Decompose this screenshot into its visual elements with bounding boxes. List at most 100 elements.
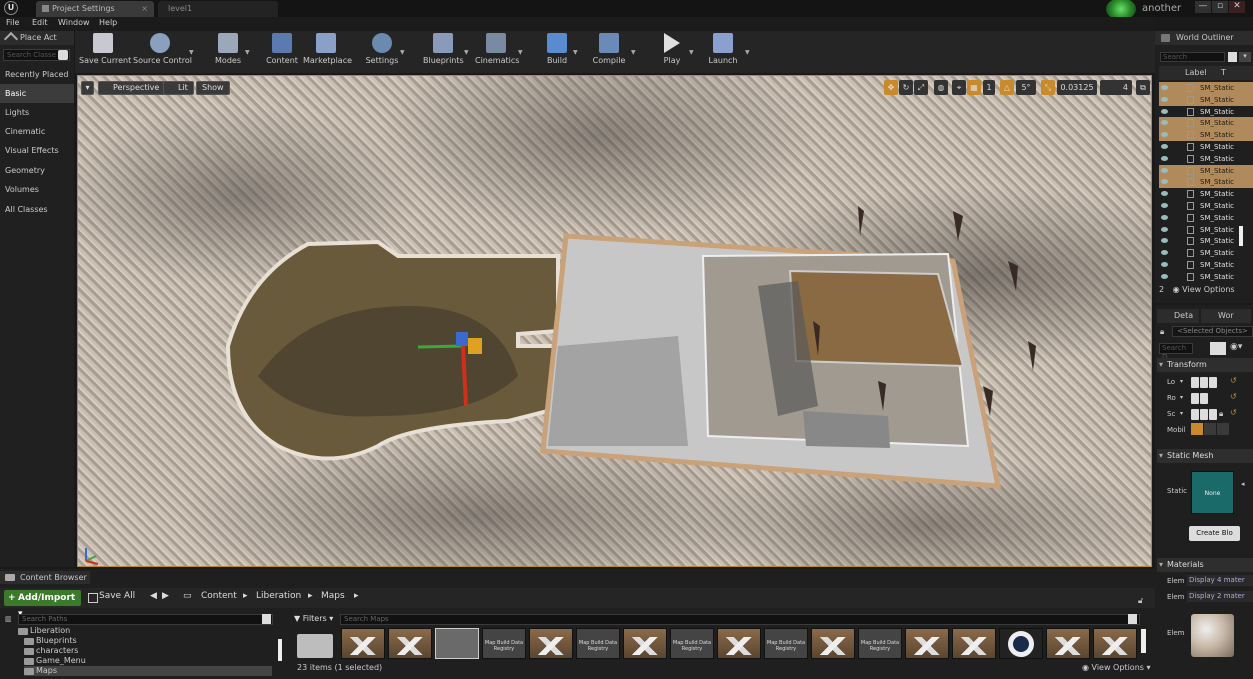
- lock-icon[interactable]: 🔒︎: [1160, 327, 1164, 337]
- map-build-data-registry-asset[interactable]: Map Build Data Registry: [576, 628, 620, 659]
- visibility-eye-icon[interactable]: [1161, 250, 1168, 256]
- search-paths-input[interactable]: Search Paths: [18, 614, 273, 625]
- back-icon[interactable]: ◀: [150, 591, 157, 601]
- marketplace-button[interactable]: Marketplace: [303, 33, 352, 71]
- play-button[interactable]: Play: [657, 33, 687, 71]
- outliner-row[interactable]: SM_Static: [1159, 93, 1253, 106]
- category-recently-placed[interactable]: Recently Placed: [0, 65, 74, 84]
- scale-dropdown-icon[interactable]: ▾: [1180, 410, 1183, 417]
- asset-tile[interactable]: [999, 628, 1043, 659]
- maximize-button[interactable]: ▫: [1212, 1, 1228, 13]
- details-search-input[interactable]: Search D: [1159, 343, 1193, 361]
- outliner-row[interactable]: SM_Static: [1159, 82, 1253, 94]
- modes-button[interactable]: Modes: [211, 33, 245, 71]
- level-asset[interactable]: [717, 628, 761, 659]
- save-current-button[interactable]: Save Current: [79, 33, 131, 71]
- outliner-row[interactable]: SM_Static: [1159, 106, 1253, 118]
- location-y-field[interactable]: [1200, 377, 1208, 388]
- play-dropdown-icon[interactable]: ▼: [689, 49, 694, 56]
- category-volumes[interactable]: Volumes: [0, 180, 74, 199]
- menu-help[interactable]: Help: [99, 18, 117, 27]
- category-geometry[interactable]: Geometry: [0, 161, 74, 180]
- map-build-data-registry-asset[interactable]: Map Build Data Registry: [764, 628, 808, 659]
- settings-dropdown-icon[interactable]: ▼: [400, 49, 405, 56]
- visibility-eye-icon[interactable]: [1161, 214, 1168, 220]
- level-asset[interactable]: [529, 628, 573, 659]
- visibility-eye-icon[interactable]: [1161, 167, 1168, 173]
- level-asset[interactable]: [811, 628, 855, 659]
- property-matrix-icon[interactable]: [1210, 342, 1226, 355]
- outliner-row[interactable]: SM_Static: [1159, 153, 1253, 165]
- visibility-eye-icon[interactable]: [1161, 85, 1168, 90]
- maximize-viewport-icon[interactable]: ⧉: [1136, 80, 1150, 95]
- eye-icon[interactable]: ◉▾: [1230, 342, 1242, 352]
- visibility-eye-icon[interactable]: [1161, 155, 1168, 161]
- visibility-eye-icon[interactable]: [1161, 238, 1168, 244]
- place-actors-tab[interactable]: Place Act: [0, 31, 74, 45]
- visibility-eye-icon[interactable]: [1161, 273, 1168, 279]
- source-control-button[interactable]: Source Control: [133, 33, 192, 71]
- save-all-button[interactable]: Save All: [88, 591, 135, 603]
- category-cinematic[interactable]: Cinematic: [0, 122, 74, 141]
- menu-edit[interactable]: Edit: [32, 18, 48, 27]
- level-asset[interactable]: [905, 628, 949, 659]
- visibility-eye-icon[interactable]: [1161, 226, 1168, 232]
- world-settings-tab[interactable]: Wor: [1201, 309, 1251, 323]
- map-build-data-registry-asset[interactable]: Map Build Data Registry: [670, 628, 714, 659]
- category-all-classes[interactable]: All Classes: [0, 200, 74, 219]
- tree-folder-maps[interactable]: Maps: [24, 666, 272, 676]
- category-visual-effects[interactable]: Visual Effects: [0, 141, 74, 160]
- level-asset[interactable]: [1093, 628, 1137, 659]
- tab-project-settings[interactable]: Project Settings ×: [36, 1, 154, 17]
- surface-snap-icon[interactable]: ⌖: [952, 80, 966, 95]
- outliner-row[interactable]: SM_Static: [1159, 129, 1253, 142]
- source-control-dropdown-icon[interactable]: ▼: [189, 49, 194, 56]
- breadcrumb-liberation[interactable]: Liberation: [256, 591, 301, 601]
- grid-snap-value[interactable]: 1: [983, 80, 995, 95]
- material-display-2[interactable]: Display 2 mater: [1187, 591, 1253, 602]
- map-build-data-registry-asset[interactable]: Map Build Data Registry: [858, 628, 902, 659]
- outliner-row[interactable]: SM_Static: [1159, 117, 1253, 130]
- sources-toggle-icon[interactable]: ▥: [5, 615, 12, 623]
- gizmo-z-handle[interactable]: [456, 332, 468, 346]
- outliner-row[interactable]: SM_Static: [1159, 188, 1253, 200]
- blueprints-dropdown-icon[interactable]: ▼: [464, 49, 469, 56]
- scale-snap-icon[interactable]: ⤡: [1041, 80, 1055, 95]
- lock-icon[interactable]: 🔓︎: [1138, 596, 1143, 606]
- translate-tool-icon[interactable]: ✥: [884, 80, 898, 95]
- blueprints-button[interactable]: Blueprints: [423, 33, 464, 71]
- lock-icon[interactable]: 🔒︎: [1219, 409, 1223, 419]
- close-tab-icon[interactable]: ×: [135, 1, 148, 17]
- compile-dropdown-icon[interactable]: ▼: [631, 49, 636, 56]
- transform-section[interactable]: Transform: [1157, 358, 1253, 372]
- tree-folder-blueprints[interactable]: Blueprints: [24, 636, 77, 646]
- map-build-data-registry-asset[interactable]: Map Build Data Registry: [482, 628, 526, 659]
- category-lights[interactable]: Lights: [0, 103, 74, 122]
- outliner-options-icon[interactable]: ▾: [1239, 52, 1251, 62]
- world-outliner-tab[interactable]: World Outliner: [1155, 31, 1253, 45]
- outliner-row[interactable]: SM_Static: [1159, 259, 1253, 271]
- visibility-eye-icon[interactable]: [1161, 262, 1168, 267]
- use-selected-icon[interactable]: ◂: [1241, 480, 1245, 488]
- breadcrumb-separator-icon[interactable]: ▸: [354, 591, 359, 601]
- outliner-row[interactable]: SM_Static: [1159, 200, 1253, 212]
- tab-level[interactable]: level1: [158, 1, 278, 17]
- outliner-row[interactable]: SM_Static: [1159, 176, 1253, 189]
- outliner-scrollbar[interactable]: [1239, 226, 1243, 246]
- level-asset[interactable]: [623, 628, 667, 659]
- visibility-eye-icon[interactable]: [1161, 191, 1168, 197]
- tree-folder-characters[interactable]: characters: [24, 646, 78, 656]
- tree-scrollbar[interactable]: [278, 639, 282, 661]
- visibility-eye-icon[interactable]: [1161, 144, 1168, 149]
- show-button[interactable]: Show: [196, 81, 230, 95]
- compile-button[interactable]: Compile: [591, 33, 627, 71]
- close-window-button[interactable]: ✕: [1229, 1, 1245, 13]
- visibility-eye-icon[interactable]: [1161, 179, 1168, 185]
- reset-icon[interactable]: ↺: [1230, 408, 1237, 417]
- cinematics-dropdown-icon[interactable]: ▼: [518, 49, 523, 56]
- visibility-eye-icon[interactable]: [1161, 108, 1168, 114]
- outliner-view-options[interactable]: View Options: [1182, 285, 1234, 294]
- tree-folder-game-menu[interactable]: Game_Menu: [24, 656, 86, 666]
- visibility-eye-icon[interactable]: [1161, 120, 1168, 126]
- material-thumbnail[interactable]: [1191, 614, 1234, 657]
